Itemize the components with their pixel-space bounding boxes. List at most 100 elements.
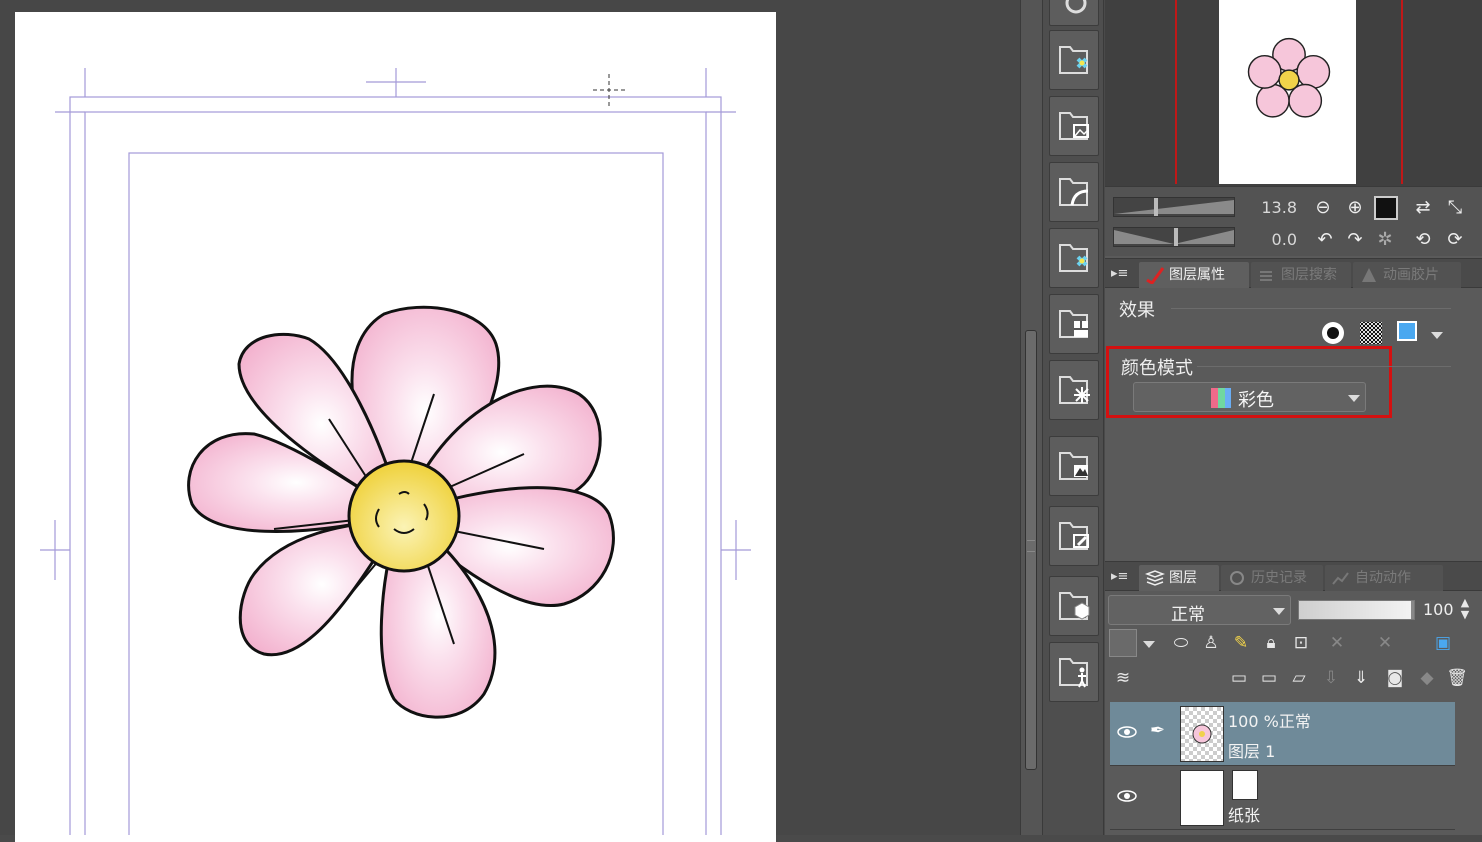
new-folder-icon[interactable]: ▱ xyxy=(1285,664,1313,692)
paper-layer-icon xyxy=(1232,770,1258,800)
rotate-reset-icon[interactable]: ⟳ xyxy=(1443,228,1467,252)
panel-menu-icon[interactable]: ▸≡ xyxy=(1111,266,1128,281)
mask-toggle-icon[interactable]: ✕ xyxy=(1371,629,1399,657)
tool-set-10[interactable] xyxy=(1049,642,1099,702)
blend-mode-select[interactable]: 正常 xyxy=(1108,595,1291,625)
effect-separator xyxy=(1171,308,1451,309)
flip-rotate-icon[interactable]: ⟲ xyxy=(1411,228,1435,252)
sub-tool-palette xyxy=(1042,0,1104,835)
rotate-left-icon[interactable]: ↶ xyxy=(1313,228,1337,252)
flower-illustration xyxy=(187,305,615,719)
zoom-in-icon[interactable]: ⊕ xyxy=(1343,196,1367,220)
tab-auto-actions[interactable]: 自动动作 xyxy=(1325,565,1443,591)
folder-sparkle-icon xyxy=(1059,244,1088,272)
zoom-out-icon[interactable]: ⊖ xyxy=(1311,196,1335,220)
color-mode-select[interactable]: 彩色 xyxy=(1133,382,1366,412)
reset-rotation-icon[interactable]: ✲ xyxy=(1373,228,1397,252)
folder-burst-icon xyxy=(1059,376,1090,404)
right-panels: 13.8 0.0 ⊖ ⊕ ⇄ ⤡ ↶ ↷ ✲ ⟲ ⟳ ▸≡ 图层属性 图层搜索 … xyxy=(1105,0,1482,835)
layer-color-icon[interactable]: ▣ xyxy=(1429,629,1457,657)
zoom-icon xyxy=(1065,0,1087,14)
chevron-down-icon xyxy=(1348,395,1360,402)
panel-menu-icon[interactable]: ▸≡ xyxy=(1111,569,1128,584)
mask-icon[interactable]: ◙ xyxy=(1381,664,1409,692)
tool-set-4[interactable] xyxy=(1049,228,1099,288)
tab-history[interactable]: 历史记录 xyxy=(1221,565,1323,591)
tool-set-1[interactable] xyxy=(1049,30,1099,90)
folder-cube-icon xyxy=(1059,592,1090,620)
layer-color-swatch[interactable] xyxy=(1109,629,1137,657)
color-swatch-icon xyxy=(1211,388,1231,408)
border-effect-icon[interactable] xyxy=(1319,319,1347,347)
eye-icon[interactable] xyxy=(1116,788,1138,804)
pen-icon[interactable]: ✎ xyxy=(1227,629,1255,657)
trash-icon[interactable]: 🗑︎ xyxy=(1443,664,1471,692)
layers-icon xyxy=(1145,570,1165,586)
layer-thumbnail xyxy=(1180,770,1224,826)
history-icon xyxy=(1230,571,1244,585)
tool-set-5[interactable] xyxy=(1049,294,1099,354)
lock-icon[interactable]: 🔒︎ xyxy=(1257,629,1285,657)
navigator-preview[interactable] xyxy=(1105,0,1482,186)
nav-flower-thumb xyxy=(1247,37,1331,118)
zoom-slider[interactable] xyxy=(1113,197,1235,217)
tone-effect-icon[interactable] xyxy=(1357,319,1385,347)
folder-figure-icon xyxy=(1059,658,1088,688)
layer-row-paper[interactable]: 纸张 xyxy=(1110,766,1455,830)
effect-dropdown-icon[interactable] xyxy=(1431,332,1443,339)
tool-set-2[interactable] xyxy=(1049,96,1099,156)
layer-search-icon xyxy=(1260,271,1272,281)
eye-icon[interactable] xyxy=(1116,724,1138,740)
opacity-slider[interactable] xyxy=(1298,600,1415,620)
merge-down-icon[interactable]: ⇓ xyxy=(1347,664,1375,692)
flip-horizontal-icon[interactable]: ⇄ xyxy=(1411,196,1435,220)
rotation-value: 0.0 xyxy=(1271,230,1297,249)
lock-transparency-icon[interactable]: ⊡ xyxy=(1287,629,1315,657)
layers-icon[interactable]: ≋ xyxy=(1109,664,1137,692)
transfer-down-icon[interactable]: ⇩ xyxy=(1317,664,1345,692)
new-raster-layer-icon[interactable]: ▭ xyxy=(1225,664,1253,692)
draft-layer-icon[interactable]: ♙ xyxy=(1197,629,1225,657)
color-mode-separator xyxy=(1197,366,1451,367)
chevron-down-icon[interactable] xyxy=(1143,641,1155,648)
scroll-grip-icon xyxy=(1027,540,1035,552)
clip-layer-icon[interactable]: ✕ xyxy=(1323,629,1351,657)
tool-zoom[interactable] xyxy=(1049,0,1099,26)
nav-page-thumbnail xyxy=(1219,0,1356,184)
crop-guides xyxy=(40,68,751,835)
tool-set-9[interactable] xyxy=(1049,576,1099,636)
navigator-controls: 13.8 0.0 ⊖ ⊕ ⇄ ⤡ ↶ ↷ ✲ ⟲ ⟳ xyxy=(1105,186,1482,256)
apply-mask-icon[interactable]: ◆ xyxy=(1413,664,1441,692)
auto-action-icon xyxy=(1332,572,1349,585)
vertical-scrollbar[interactable] xyxy=(1020,0,1042,835)
canvas-area[interactable] xyxy=(0,0,1020,842)
folder-panel-icon xyxy=(1059,310,1088,338)
tool-set-6[interactable] xyxy=(1049,360,1099,420)
folder-image-icon xyxy=(1059,112,1089,140)
tab-layer-property[interactable]: 图层属性 xyxy=(1139,262,1249,288)
opacity-stepper-icon[interactable]: ▲ ▼ xyxy=(1455,597,1475,625)
tool-set-3[interactable] xyxy=(1049,162,1099,222)
layer-row-1[interactable]: ✒ 100 %正常 图层 1 xyxy=(1110,702,1455,766)
flip-vertical-icon[interactable]: ⤡ xyxy=(1443,196,1467,220)
layer-property-icon xyxy=(1146,267,1165,284)
rotate-right-icon[interactable]: ↷ xyxy=(1343,228,1367,252)
tool-set-7[interactable] xyxy=(1049,436,1099,496)
reference-layer-icon[interactable]: ⬭ xyxy=(1167,629,1195,657)
layer-color-icon[interactable] xyxy=(1395,319,1423,347)
pen-icon: ✒ xyxy=(1150,720,1166,741)
color-mode-label: 颜色模式 xyxy=(1121,358,1193,379)
layer-tabbar: ▸≡ 图层 历史记录 自动动作 xyxy=(1105,561,1482,591)
tab-animation-cels[interactable]: 动画胶片 xyxy=(1353,262,1461,288)
layer-thumbnail xyxy=(1180,706,1224,762)
tab-layer-search[interactable]: 图层搜索 xyxy=(1251,262,1351,288)
tab-layers[interactable]: 图层 xyxy=(1139,565,1219,591)
opacity-value[interactable]: 100 xyxy=(1423,600,1454,619)
chevron-down-icon xyxy=(1273,608,1285,615)
tool-set-8[interactable] xyxy=(1049,506,1099,566)
fit-icon[interactable] xyxy=(1374,196,1398,220)
nav-view-frame-right xyxy=(1401,0,1403,184)
new-vector-layer-icon[interactable]: ▭ xyxy=(1255,664,1283,692)
folder-edit-icon xyxy=(1059,522,1089,550)
rotation-slider[interactable] xyxy=(1113,227,1235,247)
